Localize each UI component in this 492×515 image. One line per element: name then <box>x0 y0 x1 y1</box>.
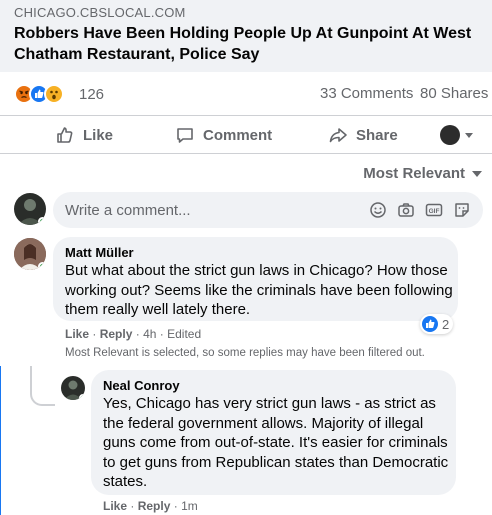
focus-edge <box>0 366 1 515</box>
separator: · <box>92 327 100 341</box>
reply-thread-line <box>30 366 55 406</box>
like-button-label: Like <box>83 126 114 144</box>
share-button[interactable]: Share <box>328 116 398 154</box>
online-indicator <box>38 217 46 225</box>
comment-text: But what about the strict gun laws in Ch… <box>65 262 453 318</box>
current-user-avatar[interactable] <box>14 193 46 225</box>
link-preview-card[interactable]: CHICAGO.CBSLOCAL.COM Robbers Have Been H… <box>0 0 492 72</box>
comment-button-label: Comment <box>203 126 273 144</box>
share-button-label: Share <box>356 126 398 144</box>
like-icon <box>422 316 438 332</box>
reply-author[interactable]: Neal Conroy <box>103 378 180 393</box>
comment-reaction-count[interactable]: 2 <box>420 314 454 334</box>
reply-timestamp[interactable]: 1m <box>181 499 198 513</box>
chevron-down-icon <box>472 170 482 177</box>
camera-icon[interactable] <box>397 201 415 219</box>
reply-meta: Like · Reply · 1m <box>103 499 198 513</box>
thumbs-up-icon <box>57 127 73 143</box>
comment-input[interactable]: Write a comment... <box>65 202 191 219</box>
comment-timestamp[interactable]: 4h <box>143 327 156 341</box>
react-as-selector[interactable] <box>440 116 473 154</box>
comment-reply-link[interactable]: Reply <box>100 327 133 341</box>
filter-note: Most Relevant is selected, so some repli… <box>65 347 425 359</box>
composer-tools: GIF <box>369 201 471 219</box>
reply-text: Yes, Chicago has very strict gun laws - … <box>103 395 449 490</box>
shares-count[interactable]: 80 Shares <box>420 85 488 102</box>
emoji-icon[interactable] <box>369 201 387 219</box>
separator: · <box>130 499 138 513</box>
online-indicator <box>79 394 85 400</box>
reply-reply-link[interactable]: Reply <box>138 499 171 513</box>
share-arrow-icon <box>329 128 347 143</box>
commenter-avatar[interactable] <box>14 238 46 270</box>
comment-button[interactable]: Comment <box>175 116 272 154</box>
replier-avatar[interactable] <box>61 376 85 400</box>
comment-icon <box>177 128 193 143</box>
link-domain: CHICAGO.CBSLOCAL.COM <box>14 5 186 20</box>
edited-label[interactable]: Edited <box>167 327 201 341</box>
wow-icon <box>44 84 64 104</box>
reaction-count[interactable]: 126 <box>79 86 104 103</box>
comment-sort-dropdown[interactable]: Most Relevant <box>363 165 482 182</box>
comment-like-link[interactable]: Like <box>65 327 89 341</box>
comment-bubble: Matt Müller But what about the strict gu… <box>53 237 458 321</box>
comments-count[interactable]: 33 Comments <box>320 85 413 102</box>
link-title[interactable]: Robbers Have Been Holding People Up At G… <box>14 23 484 65</box>
separator: · <box>135 327 144 341</box>
avatar <box>440 125 460 145</box>
comment-composer[interactable]: Write a comment... GIF <box>53 192 483 228</box>
comment-meta: Like · Reply · 4h · Edited <box>65 327 201 341</box>
post-action-bar: Like Comment Share <box>0 116 492 154</box>
chevron-down-icon <box>465 132 473 138</box>
separator: · <box>173 499 182 513</box>
reply-bubble: Neal Conroy Yes, Chicago has very strict… <box>91 370 456 495</box>
comment-reaction-number: 2 <box>442 316 450 332</box>
reactions-summary: 126 33 Comments 80 Shares <box>0 72 492 116</box>
sort-label: Most Relevant <box>363 165 465 182</box>
like-button[interactable]: Like <box>55 116 113 154</box>
svg-text:GIF: GIF <box>429 208 440 215</box>
gif-icon[interactable]: GIF <box>425 201 443 219</box>
reply-like-link[interactable]: Like <box>103 499 127 513</box>
sticker-icon[interactable] <box>453 201 471 219</box>
comment-author[interactable]: Matt Müller <box>65 245 134 260</box>
online-indicator <box>38 262 46 270</box>
reaction-icons[interactable] <box>14 84 74 104</box>
